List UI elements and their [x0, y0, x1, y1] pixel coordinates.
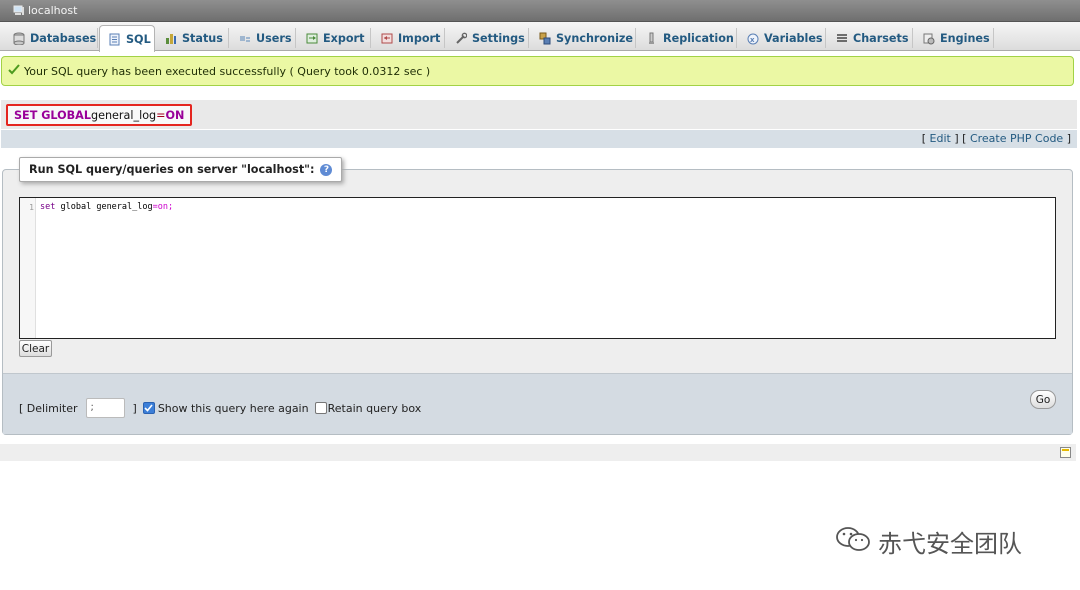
tab-label: Variables — [764, 31, 823, 45]
svg-text:x: x — [750, 36, 755, 44]
tab-synchronize[interactable]: Synchronize — [530, 25, 636, 51]
delimiter-close: ] — [132, 401, 137, 415]
tab-status[interactable]: Status — [156, 25, 229, 51]
tab-label: Charsets — [853, 31, 909, 45]
retain-query-checkbox[interactable] — [314, 402, 327, 414]
tab-label: Synchronize — [556, 31, 634, 45]
delimiter-input[interactable]: ; — [85, 398, 125, 418]
line-number: 1 — [29, 203, 34, 212]
tab-label: Status — [182, 31, 223, 45]
help-icon[interactable]: ? — [320, 163, 333, 176]
tab-engines[interactable]: Engines — [914, 25, 994, 51]
tab-label: Databases — [30, 31, 97, 45]
clear-button[interactable]: Clear — [19, 340, 52, 357]
retain-query-label[interactable]: Retain query box — [328, 402, 422, 415]
tab-label: Replication — [663, 31, 734, 45]
tab-export[interactable]: Export — [297, 25, 371, 51]
tab-label: Engines — [940, 31, 990, 45]
engines-icon — [923, 32, 935, 45]
query-operator: = — [156, 108, 166, 122]
run-sql-legend-text: Run SQL query/queries on server "localho… — [29, 163, 315, 176]
tab-sql[interactable]: SQL — [99, 25, 155, 52]
watermark: 赤弋安全团队 — [834, 524, 1022, 559]
tab-variables[interactable]: x Variables — [738, 25, 826, 51]
sql-document-icon — [109, 33, 121, 46]
checkmark-icon — [8, 64, 20, 78]
tab-databases[interactable]: Databases — [4, 25, 98, 51]
tab-label: Settings — [472, 31, 525, 45]
query-keyword: SET GLOBAL — [14, 108, 91, 122]
run-sql-legend: Run SQL query/queries on server "localho… — [19, 157, 343, 182]
delimiter-label: [ Delimiter — [19, 401, 78, 415]
go-button[interactable]: Go — [1030, 390, 1056, 409]
server-breadcrumb[interactable]: localhost — [13, 4, 77, 17]
tab-label: Import — [398, 31, 441, 45]
tab-label: Users — [256, 31, 292, 45]
status-chart-icon — [165, 32, 177, 45]
tab-label: SQL — [126, 32, 151, 46]
replication-icon — [646, 32, 658, 45]
import-icon — [381, 32, 393, 45]
edit-link[interactable]: Edit — [930, 132, 951, 145]
tab-settings[interactable]: Settings — [446, 25, 529, 51]
users-icon — [239, 32, 251, 45]
success-message: Your SQL query has been executed success… — [1, 56, 1074, 86]
query-options-bar: [ Delimiter ; ] Show this query here aga… — [3, 373, 1072, 434]
database-icon — [13, 32, 25, 45]
show-query-checkbox[interactable] — [142, 402, 155, 414]
create-php-code-link[interactable]: Create PHP Code — [970, 132, 1063, 145]
editor-code[interactable]: set global general_log=on; — [40, 202, 173, 212]
query-action-links: [ Edit ] [ Create PHP Code ] — [1, 130, 1077, 148]
watermark-text: 赤弋安全团队 — [878, 530, 1022, 558]
wechat-icon — [834, 525, 872, 559]
query-value: ON — [165, 108, 185, 122]
editor-gutter: 1 — [20, 198, 36, 338]
tab-replication[interactable]: Replication — [637, 25, 737, 51]
wrench-icon — [455, 32, 468, 45]
show-query-label[interactable]: Show this query here again — [158, 402, 309, 415]
server-label: localhost — [28, 4, 78, 17]
query-variable: general_log — [90, 108, 157, 122]
delimiter-group: [ Delimiter ; ] Show this query here aga… — [19, 398, 421, 418]
charsets-icon — [836, 32, 848, 45]
export-icon — [306, 32, 318, 45]
executed-query: SET GLOBAL general_log = ON — [6, 104, 193, 126]
main-tabs: Databases SQL Status Users Export Import… — [0, 22, 1080, 52]
tab-label: Export — [323, 31, 365, 45]
variables-icon: x — [747, 32, 759, 45]
synchronize-icon — [539, 32, 551, 45]
footer-bar — [0, 444, 1076, 461]
console-icon[interactable] — [1060, 447, 1071, 458]
sql-query-editor[interactable]: 1 set global general_log=on; — [19, 197, 1056, 339]
tab-users[interactable]: Users — [230, 25, 296, 51]
server-icon — [13, 5, 25, 16]
tab-charsets[interactable]: Charsets — [827, 25, 913, 51]
server-breadcrumb-bar: localhost — [0, 0, 1080, 22]
success-text: Your SQL query has been executed success… — [24, 64, 431, 78]
tab-import[interactable]: Import — [372, 25, 445, 51]
executed-query-box: SET GLOBAL general_log = ON — [1, 100, 1077, 129]
